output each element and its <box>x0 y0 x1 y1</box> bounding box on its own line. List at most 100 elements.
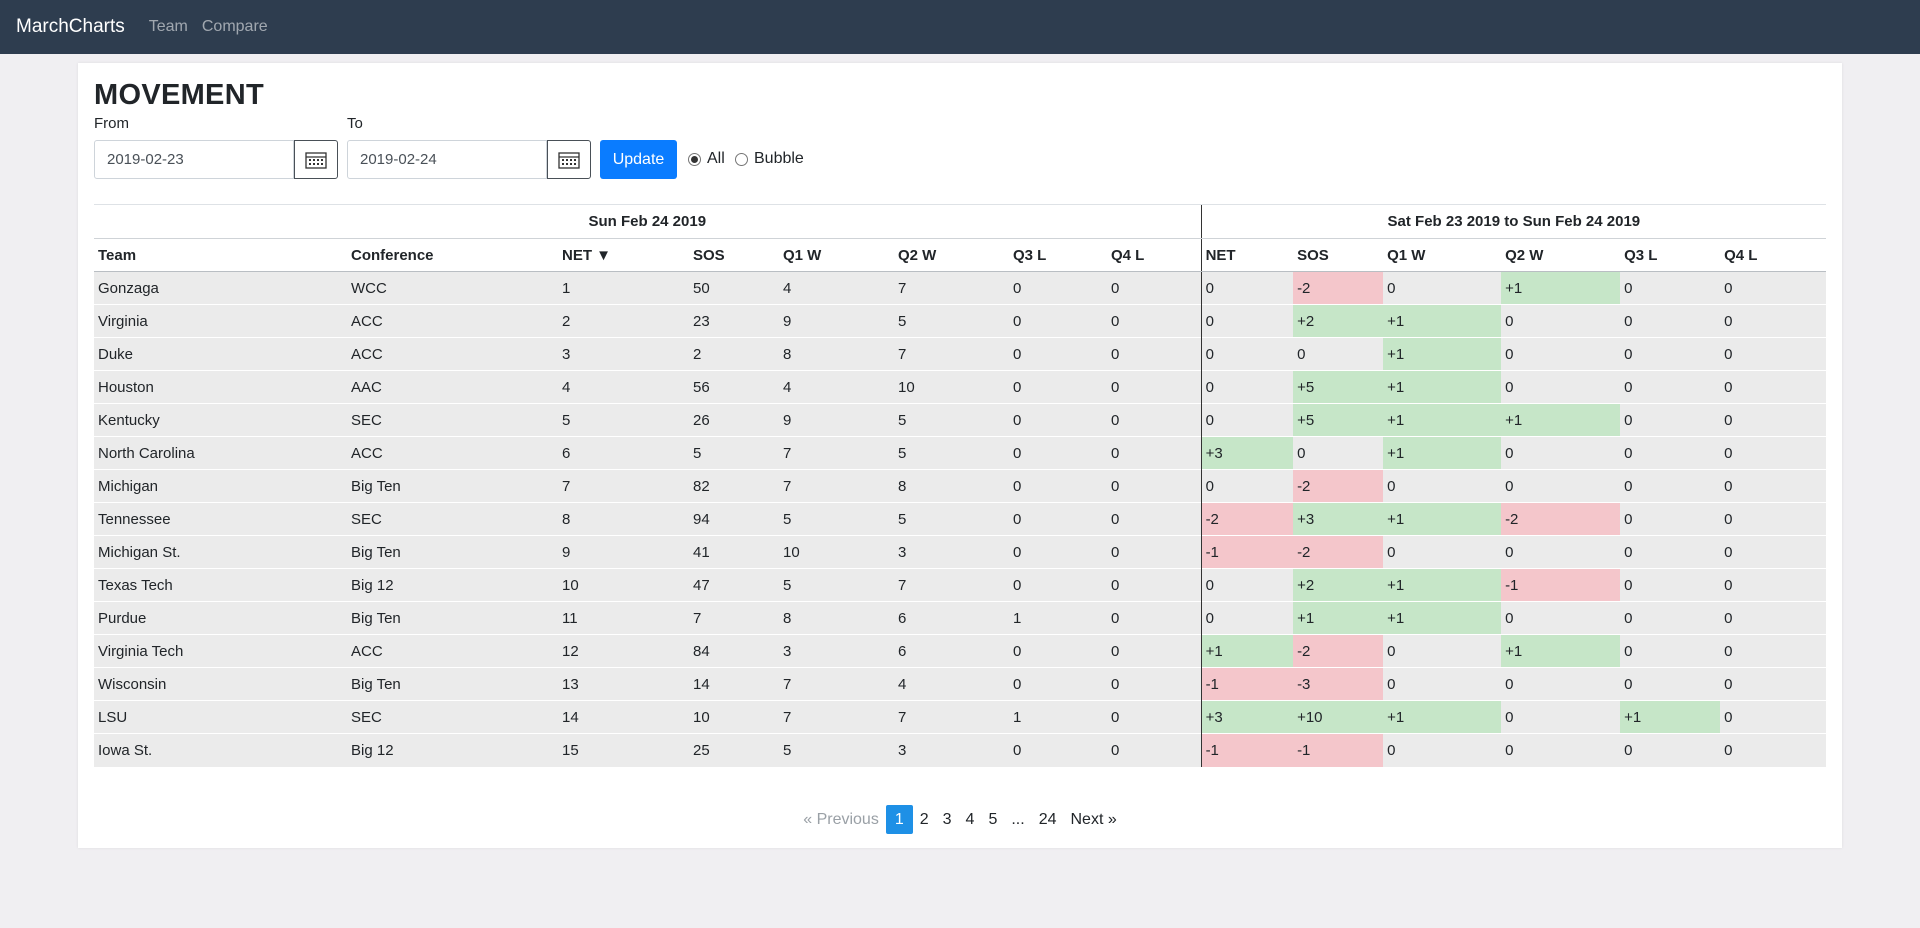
nav-link-team[interactable]: Team <box>149 18 188 36</box>
change-cell: -1 <box>1200 667 1294 701</box>
table-cell: ACC <box>347 436 558 470</box>
change-cell: 0 <box>1620 733 1721 767</box>
change-cell: 0 <box>1200 370 1294 404</box>
table-cell: 7 <box>779 700 894 734</box>
team-cell[interactable]: Texas Tech <box>94 568 347 602</box>
table-cell: 0 <box>1009 733 1107 767</box>
to-date-input[interactable]: 2019-02-24 <box>347 140 547 179</box>
team-cell[interactable]: Virginia Tech <box>94 634 347 668</box>
table-cell: SEC <box>347 403 558 437</box>
team-cell[interactable]: Virginia <box>94 304 347 338</box>
column-header-current-q1-w: Q1 W <box>779 238 894 272</box>
table-cell: 6 <box>894 601 1009 635</box>
page-button-24[interactable]: 24 <box>1032 805 1064 834</box>
table-cell: 0 <box>1107 370 1202 404</box>
change-cell: 0 <box>1383 667 1502 701</box>
table-cell: 5 <box>894 304 1009 338</box>
table-cell: 26 <box>689 403 779 437</box>
table-cell: 6 <box>558 436 689 470</box>
change-cell: 0 <box>1720 469 1827 503</box>
team-cell[interactable]: Wisconsin <box>94 667 347 701</box>
team-cell[interactable]: Michigan St. <box>94 535 347 569</box>
page-button-2[interactable]: 2 <box>913 805 936 834</box>
radio-all-dot[interactable] <box>688 152 701 166</box>
table-cell: 7 <box>689 601 779 635</box>
radio-bubble[interactable]: Bubble <box>735 150 804 168</box>
table-cell: 0 <box>1107 601 1202 635</box>
table-row: Virginia Tech ACC 12 84 3 6 0 0 +1 -2 0 +1 0 0 <box>94 634 1827 668</box>
team-cell[interactable]: Kentucky <box>94 403 347 437</box>
team-cell[interactable]: LSU <box>94 700 347 734</box>
change-cell: +1 <box>1383 370 1502 404</box>
table-cell: 5 <box>779 568 894 602</box>
page-button-4[interactable]: 4 <box>959 805 982 834</box>
table-cell: 0 <box>1107 469 1202 503</box>
team-cell[interactable]: North Carolina <box>94 436 347 470</box>
table-cell: 7 <box>894 568 1009 602</box>
change-cell: 0 <box>1501 535 1621 569</box>
change-cell: +1 <box>1620 700 1721 734</box>
radio-bubble-dot[interactable] <box>735 152 748 166</box>
page-button-3[interactable]: 3 <box>936 805 959 834</box>
change-cell: 0 <box>1383 535 1502 569</box>
change-cell: 0 <box>1720 271 1827 305</box>
team-cell[interactable]: Duke <box>94 337 347 371</box>
change-cell: 0 <box>1200 601 1294 635</box>
next-page-button[interactable]: Next » <box>1064 805 1124 834</box>
change-cell: +1 <box>1383 502 1502 536</box>
change-cell: -2 <box>1501 502 1621 536</box>
column-header-current-team: Team <box>94 238 347 272</box>
table-cell: 47 <box>689 568 779 602</box>
table-cell: 3 <box>558 337 689 371</box>
change-cell: 0 <box>1620 667 1721 701</box>
table-cell: WCC <box>347 271 558 305</box>
nav-link-compare[interactable]: Compare <box>202 18 268 36</box>
calendar-icon <box>305 151 327 169</box>
table-cell: AAC <box>347 370 558 404</box>
change-cell: 0 <box>1501 337 1621 371</box>
table-cell: 15 <box>558 733 689 767</box>
column-header-current-net[interactable]: NET ▼ <box>558 238 689 272</box>
table-cell: 11 <box>558 601 689 635</box>
change-cell: 0 <box>1720 601 1827 635</box>
previous-page-button[interactable]: « Previous <box>796 805 886 834</box>
table-row: Wisconsin Big Ten 13 14 7 4 0 0 -1 -3 0 0 0 0 <box>94 667 1827 701</box>
change-cell: -2 <box>1293 271 1384 305</box>
team-cell[interactable]: Houston <box>94 370 347 404</box>
team-cell[interactable]: Michigan <box>94 469 347 503</box>
table-cell: 3 <box>779 634 894 668</box>
change-cell: -2 <box>1293 535 1384 569</box>
team-cell[interactable]: Purdue <box>94 601 347 635</box>
team-cell[interactable]: Iowa St. <box>94 733 347 767</box>
team-cell[interactable]: Gonzaga <box>94 271 347 305</box>
table-cell: 3 <box>894 535 1009 569</box>
table-cell: 10 <box>558 568 689 602</box>
to-calendar-button[interactable] <box>547 140 591 179</box>
team-cell[interactable]: Tennessee <box>94 502 347 536</box>
change-cell: 0 <box>1620 271 1721 305</box>
page-button-1[interactable]: 1 <box>885 805 913 834</box>
table-cell: 10 <box>779 535 894 569</box>
change-cell: +1 <box>1200 634 1294 668</box>
table-cell: 2 <box>558 304 689 338</box>
from-calendar-button[interactable] <box>294 140 338 179</box>
change-cell: -3 <box>1293 667 1384 701</box>
update-button[interactable]: Update <box>600 140 677 179</box>
page-button-5[interactable]: 5 <box>981 805 1004 834</box>
change-cell: +3 <box>1200 436 1294 470</box>
brand-link[interactable]: MarchCharts <box>16 16 125 38</box>
change-cell: -1 <box>1293 733 1384 767</box>
radio-all[interactable]: All <box>688 150 725 168</box>
table-cell: 0 <box>1107 271 1202 305</box>
change-cell: 0 <box>1383 733 1502 767</box>
change-cell: 0 <box>1620 601 1721 635</box>
column-header-change-q2-w: Q2 W <box>1501 238 1621 272</box>
column-header-change-sos: SOS <box>1293 238 1384 272</box>
from-date-input[interactable]: 2019-02-23 <box>94 140 294 179</box>
table-cell: 0 <box>1009 568 1107 602</box>
change-cell: 0 <box>1620 337 1721 371</box>
table-cell: ACC <box>347 337 558 371</box>
change-cell: 0 <box>1200 469 1294 503</box>
table-cell: 8 <box>558 502 689 536</box>
table-cell: ACC <box>347 634 558 668</box>
